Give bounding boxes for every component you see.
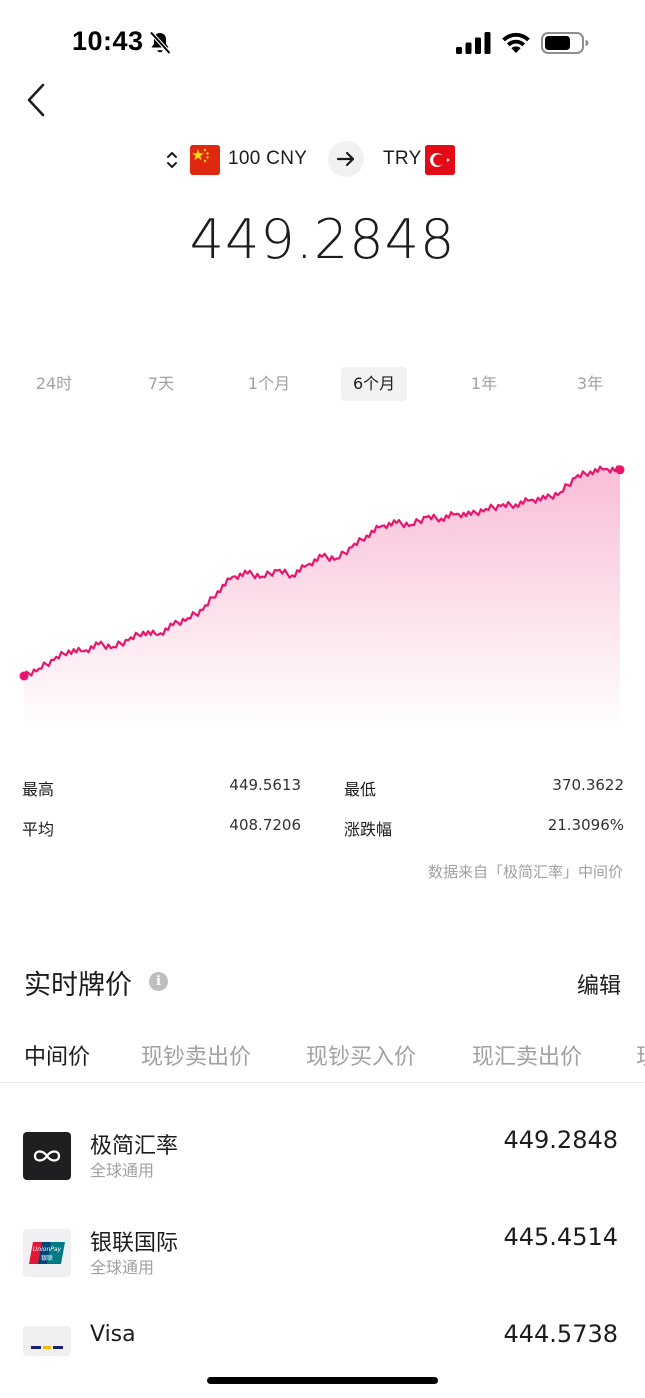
swap-chevron-icon[interactable] — [165, 149, 179, 171]
tab-3y[interactable]: 3年 — [564, 367, 616, 401]
high-label: 最高 — [22, 780, 55, 799]
list-item[interactable]: 极简汇率 全球通用 449.2848 — [0, 1126, 645, 1202]
unionpay-logo-icon: UnionPay 银联 — [23, 1229, 71, 1277]
tab-1y[interactable]: 1年 — [458, 367, 510, 401]
stats-row-high-low: 最高 449.5613 最低 370.3622 — [22, 770, 624, 810]
provider-rate: 444.5738 — [503, 1320, 618, 1348]
tab-transfer-sell[interactable]: 现汇卖出价 — [472, 1039, 582, 1071]
bell-off-icon — [149, 31, 171, 55]
tab-7d[interactable]: 7天 — [134, 367, 188, 401]
provider-name: 银联国际 — [90, 1231, 179, 1256]
svg-text:UnionPay: UnionPay — [33, 1246, 62, 1253]
avg-label: 平均 — [22, 820, 55, 839]
tab-cash-buy[interactable]: 现钞买入价 — [306, 1039, 416, 1071]
infinity-logo-icon — [23, 1132, 71, 1180]
section-title: 实时牌价 — [24, 970, 132, 1001]
svg-text:银联: 银联 — [41, 1254, 53, 1262]
change-value: 21.3096% — [547, 816, 624, 834]
convert-direction-button[interactable] — [328, 141, 364, 177]
provider-name: Visa — [90, 1322, 136, 1347]
low-label: 最低 — [344, 780, 377, 799]
list-item[interactable]: UnionPay 银联 银联国际 全球通用 445.4514 — [0, 1223, 645, 1299]
converted-rate: 449.2848 — [189, 208, 456, 271]
change-label: 涨跌幅 — [344, 820, 393, 839]
chart-area-fill — [24, 466, 620, 730]
chart-start-point — [19, 671, 29, 681]
chart-end-point — [615, 465, 625, 475]
rate-chart[interactable] — [0, 440, 645, 730]
stats-row-avg-change: 平均 408.7206 涨跌幅 21.3096% — [22, 810, 624, 850]
high-value: 449.5613 — [229, 776, 301, 794]
provider-scope: 全球通用 — [90, 1258, 155, 1277]
wifi-icon — [502, 32, 530, 53]
avg-value: 408.7206 — [229, 816, 301, 834]
provider-name: 极简汇率 — [90, 1134, 179, 1159]
status-time: 10:43 — [72, 26, 144, 56]
china-flag-icon[interactable] — [190, 145, 220, 175]
tab-6m[interactable]: 6个月 — [341, 367, 408, 401]
from-currency-label[interactable]: 100 CNY — [228, 148, 307, 170]
battery-icon — [541, 32, 589, 54]
arrow-right-icon — [336, 151, 355, 167]
home-indicator — [207, 1377, 438, 1384]
stats-panel: 最高 449.5613 最低 370.3622 平均 408.7206 涨跌幅 … — [22, 770, 624, 850]
tab-transfer-buy[interactable]: 现 — [636, 1039, 645, 1071]
provider-scope: 全球通用 — [90, 1161, 155, 1180]
chevron-left-icon — [27, 83, 45, 117]
status-bar: 10:43 — [0, 0, 645, 90]
currency-pair-row: 100 CNY TRY — [0, 141, 645, 181]
tab-mid-price[interactable]: 中间价 — [24, 1039, 90, 1071]
turkey-flag-icon[interactable] — [425, 145, 455, 175]
to-currency-label[interactable]: TRY — [383, 148, 422, 170]
cellular-signal-icon — [456, 32, 491, 54]
low-value: 370.3622 — [552, 776, 624, 794]
edit-button[interactable]: 编辑 — [577, 968, 621, 1000]
time-range-tabs: 24时 7天 1个月 6个月 1年 3年 — [0, 367, 645, 403]
tab-cash-sell[interactable]: 现钞卖出价 — [141, 1039, 251, 1071]
info-icon[interactable]: i — [149, 972, 168, 991]
price-type-tabs: 中间价 现钞卖出价 现钞买入价 现汇卖出价 现 — [0, 1035, 645, 1083]
list-item[interactable]: Visa 444.5738 — [0, 1320, 645, 1396]
tab-1m[interactable]: 1个月 — [236, 367, 302, 401]
provider-rate: 445.4514 — [503, 1223, 618, 1251]
data-source-note: 数据来自「极简汇率」中间价 — [427, 863, 623, 881]
back-button[interactable] — [18, 80, 54, 120]
provider-rate: 449.2848 — [503, 1126, 618, 1154]
tab-24h[interactable]: 24时 — [27, 367, 81, 401]
visa-logo-icon — [23, 1326, 71, 1356]
